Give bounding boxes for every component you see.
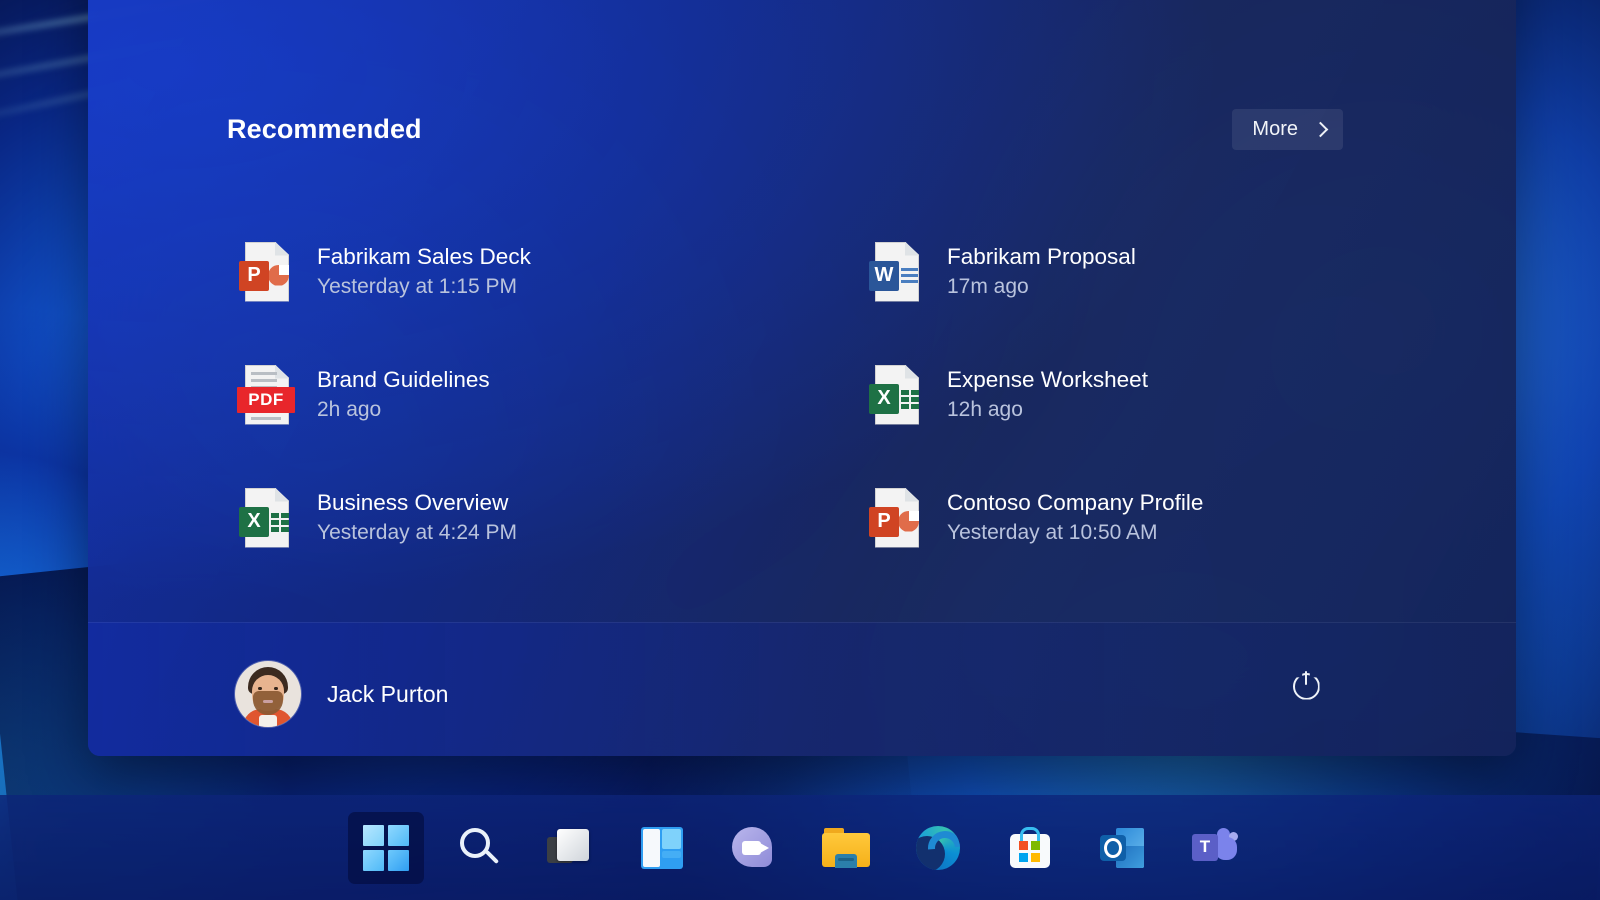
pdf-file-icon: PDF (237, 363, 295, 427)
recommended-item[interactable]: W Fabrikam Proposal 17m ago (857, 210, 1417, 333)
word-file-icon: W (869, 240, 925, 304)
start-menu-panel: Recommended More P Fabrikam Sales Deck Y… (88, 0, 1516, 756)
recommended-item[interactable]: PDF Brand Guidelines 2h ago (227, 333, 787, 456)
recommended-item-time: Yesterday at 1:15 PM (317, 275, 518, 298)
start-menu-footer: Jack Purton (88, 622, 1516, 756)
search-icon (456, 826, 500, 870)
edge-icon (916, 825, 960, 870)
microsoft-store-icon (1008, 826, 1052, 870)
powerpoint-file-icon: P (869, 486, 925, 550)
recommended-item[interactable]: X Expense Worksheet 12h ago (857, 333, 1417, 456)
recommended-item-time: 2h ago (317, 398, 382, 421)
power-icon (1292, 670, 1320, 700)
recommended-item-name: Business Overview (317, 490, 509, 515)
taskbar: T (0, 795, 1600, 900)
recommended-item-name: Fabrikam Sales Deck (317, 244, 531, 269)
recommended-list: P Fabrikam Sales Deck Yesterday at 1:15 … (227, 210, 1487, 579)
recommended-item-name: Contoso Company Profile (947, 490, 1204, 515)
file-explorer-icon (822, 827, 870, 868)
recommended-header: Recommended More (227, 109, 1343, 150)
powerpoint-file-icon: P (239, 240, 295, 304)
task-view-icon (547, 827, 593, 869)
taskbar-item-outlook[interactable] (1084, 812, 1160, 884)
taskbar-item-file-explorer[interactable] (808, 812, 884, 884)
chevron-right-icon (1312, 121, 1329, 137)
recommended-item-time: Yesterday at 4:24 PM (317, 521, 518, 544)
taskbar-item-microsoft-store[interactable] (992, 812, 1068, 884)
teams-icon: T (1191, 827, 1238, 869)
recommended-item[interactable]: X Business Overview Yesterday at 4:24 PM (227, 456, 787, 579)
recommended-item[interactable]: P Contoso Company Profile Yesterday at 1… (857, 456, 1417, 579)
recommended-item-time: Yesterday at 10:50 AM (947, 521, 1158, 544)
avatar (235, 661, 301, 727)
recommended-item[interactable]: P Fabrikam Sales Deck Yesterday at 1:15 … (227, 210, 787, 333)
taskbar-item-start[interactable] (348, 811, 424, 884)
taskbar-item-teams[interactable]: T (1176, 812, 1252, 884)
user-name-label: Jack Purton (327, 680, 449, 707)
outlook-icon (1100, 827, 1144, 868)
excel-file-icon: X (239, 486, 295, 550)
recommended-item-name: Fabrikam Proposal (947, 244, 1136, 269)
taskbar-item-search[interactable] (440, 812, 516, 884)
teams-icon-glyph: T (1192, 833, 1218, 861)
more-button-label: More (1252, 118, 1298, 140)
taskbar-item-widgets[interactable] (624, 812, 700, 884)
recommended-item-name: Expense Worksheet (947, 367, 1148, 392)
windows-start-icon (363, 824, 409, 871)
power-button[interactable] (1281, 661, 1331, 711)
recommended-item-name: Brand Guidelines (317, 367, 490, 392)
taskbar-item-chat[interactable] (716, 812, 792, 884)
taskbar-item-edge[interactable] (900, 812, 976, 884)
excel-file-icon: X (869, 363, 925, 427)
chat-icon (731, 826, 777, 870)
recommended-item-time: 12h ago (947, 398, 1023, 421)
page-title: Recommended (227, 114, 422, 144)
user-account-button[interactable]: Jack Purton (227, 653, 462, 735)
recommended-item-time: 17m ago (947, 275, 1029, 298)
widgets-icon (641, 826, 683, 869)
more-button[interactable]: More (1232, 109, 1343, 150)
taskbar-item-task-view[interactable] (532, 812, 608, 884)
